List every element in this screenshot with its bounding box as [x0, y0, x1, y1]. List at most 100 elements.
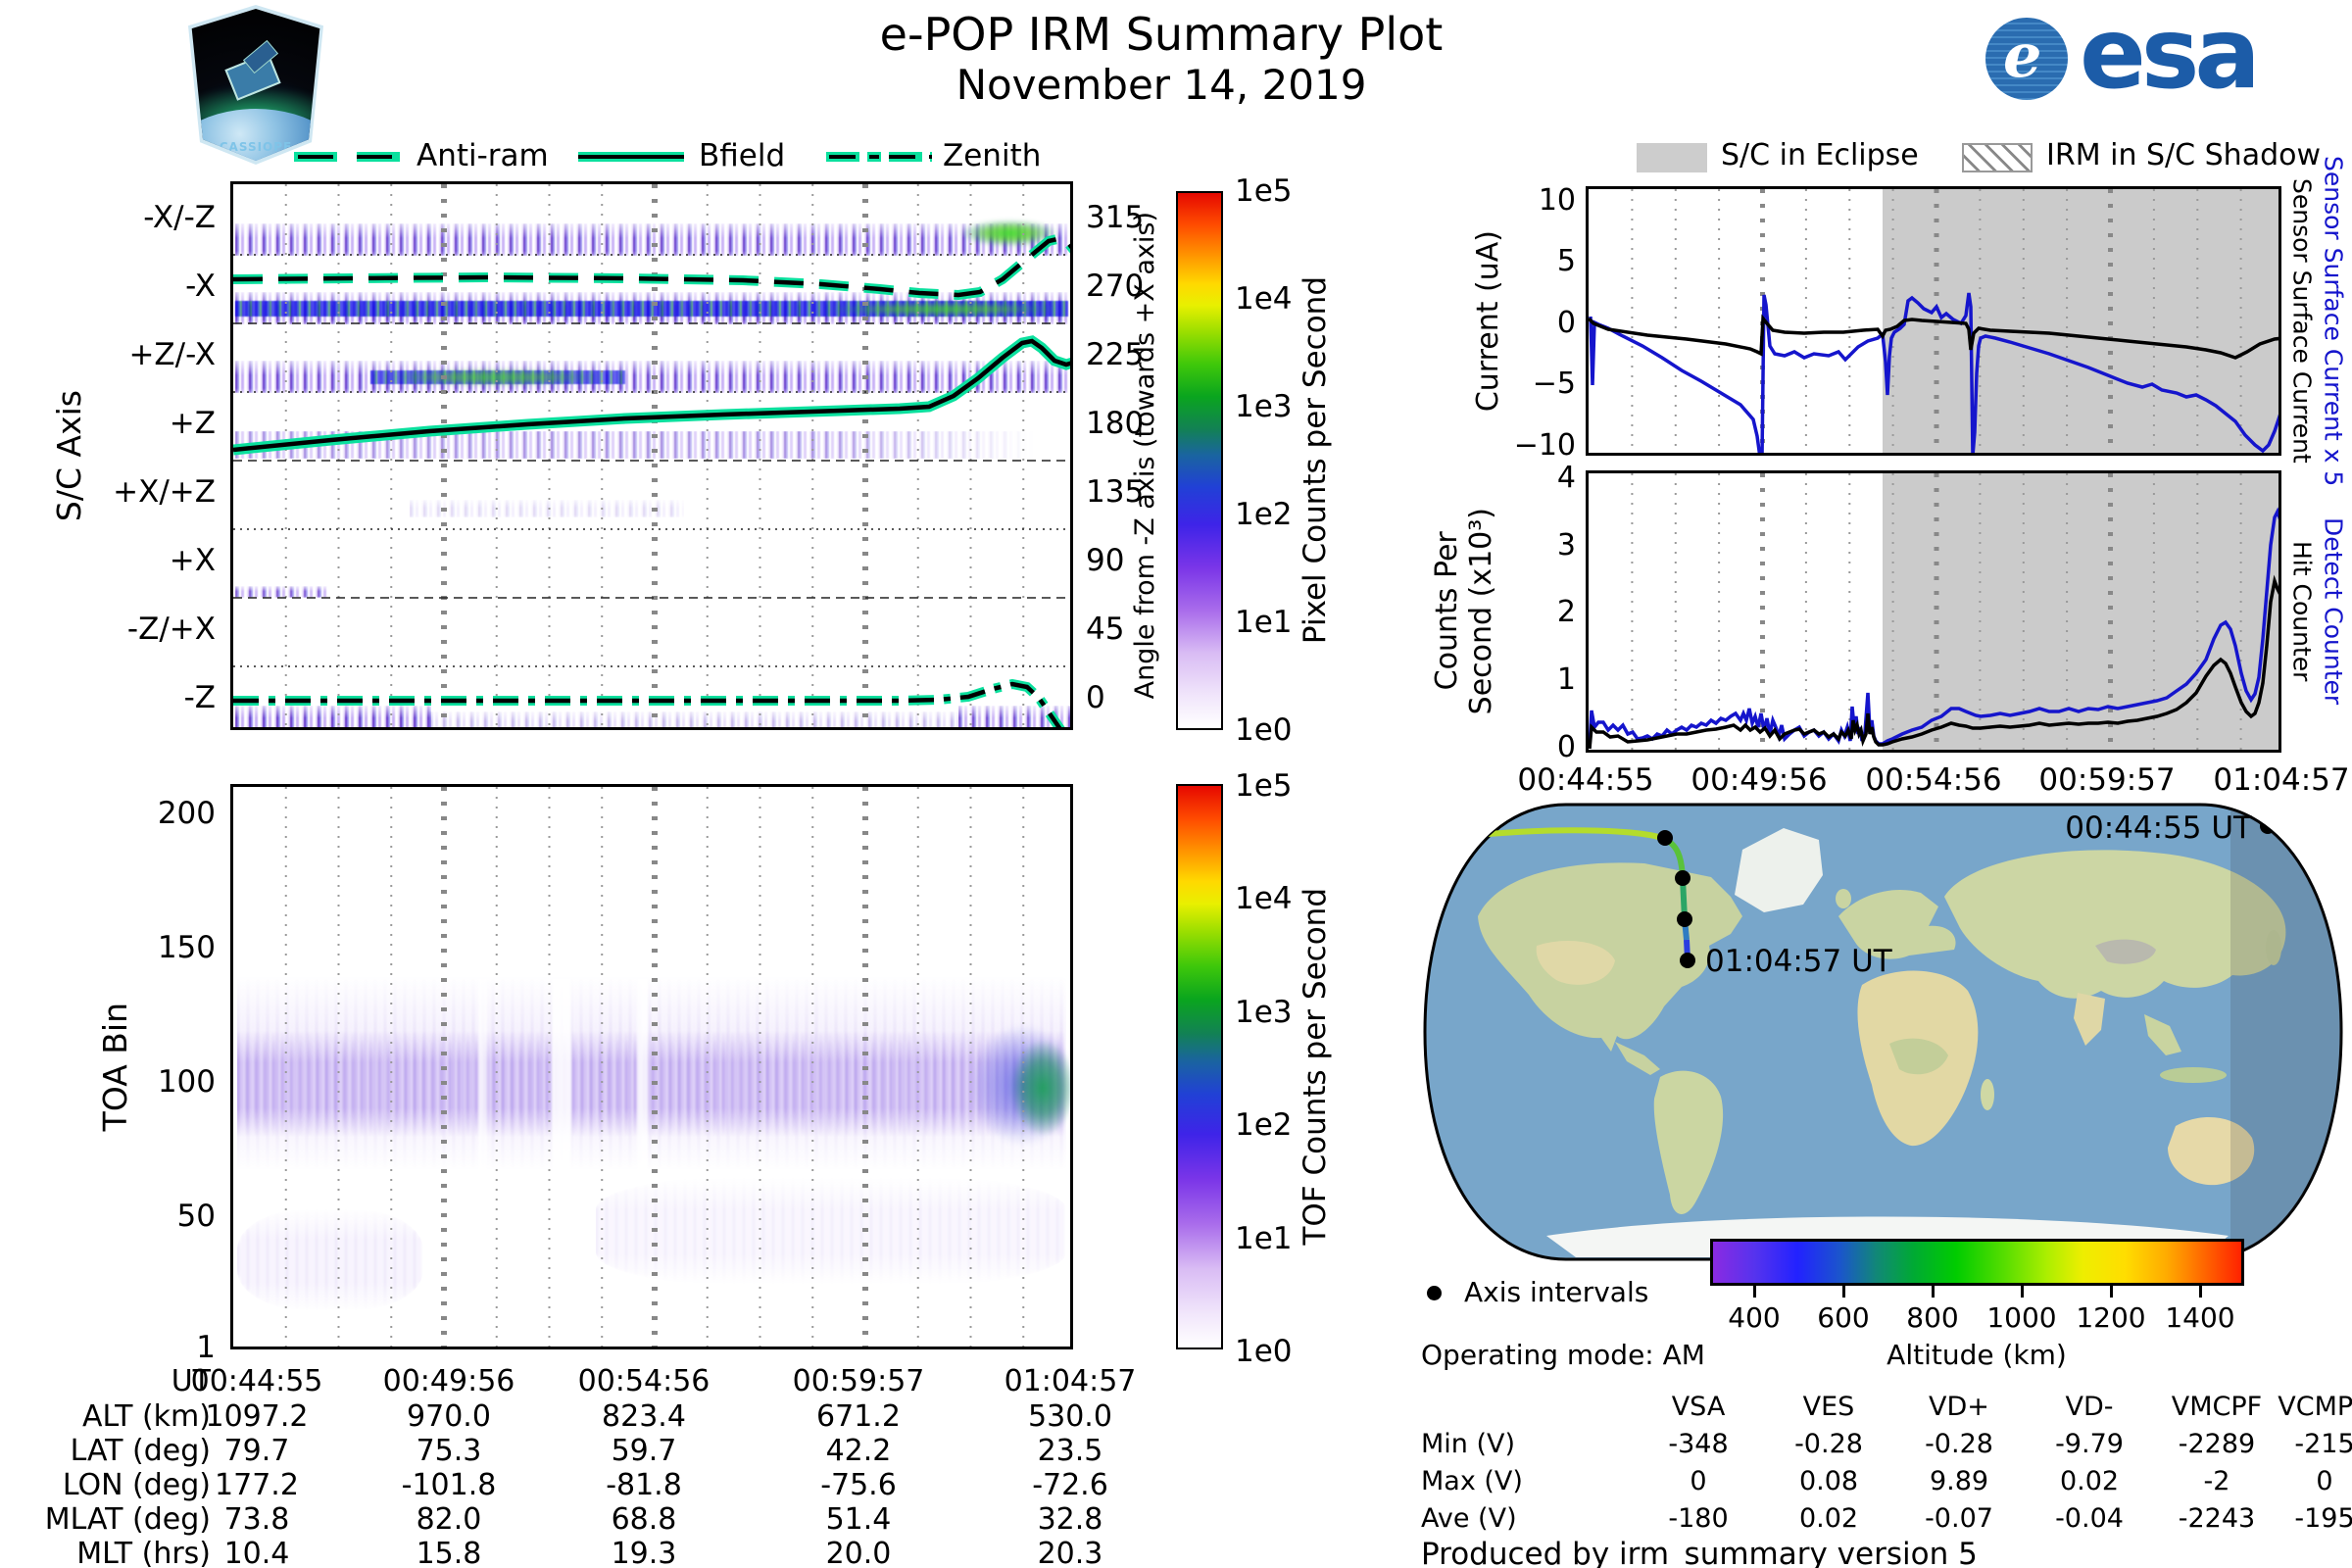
current-ytick: 0	[1556, 306, 1576, 340]
page-title: e-POP IRM Summary Plot	[879, 8, 1444, 61]
bfield-legend-label: Bfield	[699, 138, 786, 173]
sc-axis-tick: +X	[169, 543, 216, 578]
operating-mode: Operating mode: AM	[1421, 1339, 1705, 1371]
table-cell: 00:44:55	[190, 1364, 323, 1398]
angle-axis-label: Angle from -Z axis (towards +X axis)	[1129, 212, 1160, 700]
voltage-cell: -0.28	[1925, 1429, 1993, 1459]
table-cell: -81.8	[606, 1468, 682, 1502]
sc-axis-ylabel: S/C Axis	[49, 389, 88, 522]
table-cell: 59.7	[611, 1434, 677, 1468]
table-cell: 10.4	[223, 1537, 290, 1568]
table-cell: 530.0	[1028, 1399, 1112, 1434]
pixel-cbar-tick: 1e5	[1235, 173, 1293, 209]
zenith-legend-label: Zenith	[943, 138, 1042, 173]
toa-tick: 200	[157, 796, 216, 831]
table-cell: 00:59:57	[792, 1364, 925, 1398]
time-xtick: 00:54:56	[1865, 762, 2002, 798]
voltage-row-label: Min (V)	[1421, 1429, 1516, 1459]
antiram-legend-label: Anti-ram	[416, 138, 549, 173]
indonesia	[2160, 1067, 2227, 1083]
sc-axis-tick: -Z	[183, 680, 216, 715]
voltage-cell: -348	[1668, 1429, 1729, 1459]
hit-counter-label: Hit Counter	[2287, 541, 2317, 682]
table-cell: 68.8	[611, 1502, 677, 1537]
voltage-row-label: Ave (V)	[1421, 1503, 1517, 1534]
alt-colorbar-label: Altitude (km)	[1886, 1339, 2067, 1371]
axis-intervals-dot-icon	[1427, 1286, 1442, 1300]
eclipse-legend-label: S/C in Eclipse	[1721, 138, 1919, 172]
tof-cbar-tick: 1e4	[1235, 881, 1293, 916]
shadow-legend-swatch	[1962, 143, 2033, 172]
tof-cbar-label: TOF Counts per Second	[1298, 888, 1333, 1246]
alt-tickmark	[1932, 1286, 1935, 1298]
antiram-legend-line	[294, 152, 400, 162]
table-cell: 15.8	[416, 1537, 482, 1568]
table-cell: 671.2	[816, 1399, 901, 1434]
current-ytick: −5	[1532, 367, 1576, 401]
table-cell: 00:49:56	[382, 1364, 515, 1398]
voltage-cell: 9.89	[1929, 1466, 1989, 1496]
voltage-cell: 0.08	[1798, 1466, 1859, 1496]
counts-ytick: 3	[1556, 528, 1576, 563]
page-date: November 14, 2019	[956, 61, 1367, 109]
voltage-col-header: VD+	[1929, 1392, 1989, 1422]
table-cell: 82.0	[416, 1502, 482, 1537]
epop-irm-summary-plot: CASSIOPE e-POP IRM Summary Plot November…	[0, 0, 2352, 1568]
voltage-cell: -0.28	[1794, 1429, 1863, 1459]
counts-ytick: 2	[1556, 595, 1576, 629]
table-cell: 19.3	[611, 1537, 677, 1568]
table-cell: 1097.2	[205, 1399, 309, 1434]
voltage-cell: 0.02	[2059, 1466, 2120, 1496]
sc-axis-tick: -Z/+X	[126, 612, 216, 647]
bfield-legend-line	[578, 152, 684, 162]
toa-tick: 50	[176, 1199, 216, 1234]
alt-tickmark	[2110, 1286, 2113, 1298]
counts-panel	[1586, 470, 2281, 753]
pixel-cbar-tick: 1e0	[1235, 712, 1293, 748]
world-map: 00:44:55 UT 01:04:57 UT	[1423, 803, 2343, 1261]
alt-tick: 600	[1817, 1301, 1870, 1334]
table-cell: 73.8	[223, 1502, 290, 1537]
alt-tick: 1200	[2076, 1301, 2146, 1334]
counts-ytick: 0	[1556, 730, 1576, 764]
table-cell: 177.2	[215, 1468, 299, 1502]
counts-ylabel: Counts Per Second (x10³)	[1430, 508, 1498, 715]
pixel-cbar-label: Pixel Counts per Second	[1298, 276, 1333, 645]
table-cell: 79.7	[223, 1434, 290, 1468]
alt-tickmark	[1842, 1286, 1845, 1298]
table-cell: 823.4	[602, 1399, 686, 1434]
uk	[1836, 889, 1851, 908]
track-end-label: 01:04:57 UT	[1705, 944, 1893, 979]
tof-cbar-tick: 1e2	[1235, 1107, 1293, 1143]
table-cell: -75.6	[820, 1468, 897, 1502]
table-cell: 42.2	[825, 1434, 892, 1468]
voltage-row-label: Max (V)	[1421, 1466, 1523, 1496]
table-cell: 23.5	[1037, 1434, 1103, 1468]
table-cell: -101.8	[401, 1468, 497, 1502]
alt-tick: 800	[1906, 1301, 1959, 1334]
toa-spectrogram-panel	[230, 784, 1073, 1349]
alt-tickmark	[1753, 1286, 1756, 1298]
table-cell: 51.4	[825, 1502, 892, 1537]
sc-axis-tick: -X/-Z	[143, 200, 216, 235]
table-cell: 32.8	[1037, 1502, 1103, 1537]
tof-cbar-tick: 1e1	[1235, 1221, 1293, 1256]
esa-wordmark: esa	[2080, 0, 2261, 111]
counts-ytick: 1	[1556, 662, 1576, 697]
orbit-interval-dot	[1675, 870, 1690, 886]
tof-cbar-tick: 1e5	[1235, 768, 1293, 804]
voltage-cell: 0	[2316, 1466, 2333, 1496]
counts-panel-plot	[1589, 473, 2278, 750]
table-cell: 20.3	[1037, 1537, 1103, 1568]
angle-axis-tick: 0	[1086, 680, 1105, 715]
tof-counts-colorbar	[1176, 784, 1223, 1349]
produced-by-footer: Produced by irm_summary version 5	[1421, 1537, 1978, 1568]
zenith-legend-line	[826, 152, 932, 162]
voltage-cell: -0.04	[2055, 1503, 2124, 1534]
tof-cbar-tick: 1e3	[1235, 995, 1293, 1030]
alt-tick: 1000	[1986, 1301, 2057, 1334]
current-ytick: −10	[1513, 428, 1576, 463]
voltage-cell: 0.02	[1798, 1503, 1859, 1534]
pixel-cbar-tick: 1e1	[1235, 605, 1293, 640]
voltage-cell: -195	[2294, 1503, 2352, 1534]
